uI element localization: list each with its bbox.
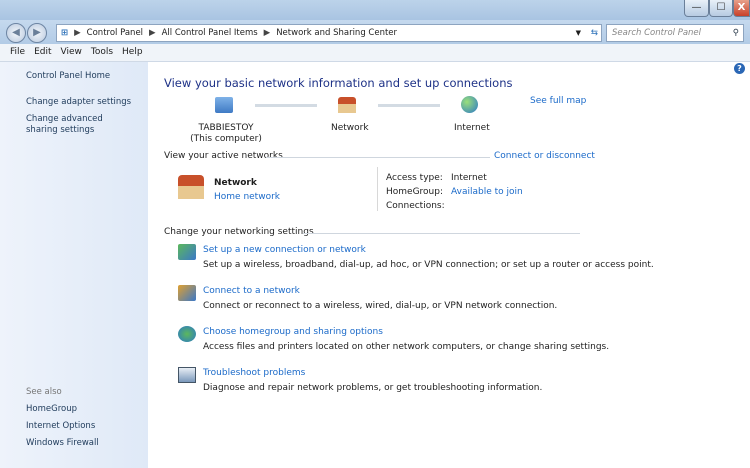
main-content: ? View your basic network information an… — [148, 62, 750, 468]
homegroup-icon — [178, 326, 196, 342]
task-setup-connection-link[interactable]: Set up a new connection or network — [203, 245, 366, 255]
active-networks-label: View your active networks — [164, 151, 283, 161]
chevron-right-icon: ▶ — [149, 28, 156, 38]
homegroup-link[interactable]: Available to join — [451, 185, 523, 199]
this-computer-label: TABBIESTOY (This computer) — [190, 123, 262, 144]
menu-view[interactable]: View — [61, 47, 82, 58]
home-network-icon — [178, 175, 204, 199]
chevron-right-icon: ▶ — [263, 28, 271, 38]
forward-button[interactable]: ▶ — [27, 23, 47, 43]
network-properties-labels: Access type: HomeGroup: Connections: — [386, 173, 445, 211]
access-type-value: Internet — [451, 173, 487, 183]
network-name: Network — [214, 178, 257, 188]
refresh-icon[interactable]: ⇆ — [591, 28, 598, 38]
menu-edit[interactable]: Edit — [34, 47, 51, 58]
task-description: Diagnose and repair network problems, or… — [203, 383, 543, 393]
troubleshoot-icon — [178, 367, 196, 383]
see-also-label: See also — [26, 387, 62, 397]
map-internet-label[interactable]: Internet — [454, 123, 490, 133]
menu-bar: File Edit View Tools Help — [0, 44, 750, 62]
task-description: Access files and printers located on oth… — [203, 342, 610, 352]
see-full-map-link[interactable]: See full map — [530, 96, 586, 106]
home-network-link[interactable]: Home network — [214, 192, 280, 202]
menu-file[interactable]: File — [10, 47, 25, 58]
see-also-windows-firewall[interactable]: Windows Firewall — [26, 438, 99, 449]
change-settings-label: Change your networking settings — [164, 227, 314, 237]
task-connect-network-link[interactable]: Connect to a network — [203, 286, 300, 296]
globe-icon — [461, 96, 478, 113]
connect-disconnect-link[interactable]: Connect or disconnect — [494, 151, 595, 161]
breadcrumb-network-center[interactable]: Network and Sharing Center — [276, 28, 397, 38]
connect-network-icon — [178, 285, 196, 301]
computer-icon — [215, 97, 233, 113]
menu-help[interactable]: Help — [122, 47, 143, 58]
task-troubleshoot-link[interactable]: Troubleshoot problems — [203, 368, 305, 378]
see-also-internet-options[interactable]: Internet Options — [26, 421, 95, 432]
address-bar-row: ◀ ▶ ⊞ ▶ Control Panel ▶ All Control Pane… — [0, 20, 750, 44]
sidebar-advanced-sharing[interactable]: Change advanced sharing settings — [26, 114, 136, 136]
control-panel-icon: ⊞ — [61, 28, 69, 38]
chevron-right-icon: ▶ — [74, 28, 81, 38]
see-also-homegroup[interactable]: HomeGroup — [26, 404, 77, 415]
page-title: View your basic network information and … — [164, 76, 513, 90]
dropdown-icon[interactable]: ▼ — [576, 29, 581, 37]
sidebar: Control Panel Home Change adapter settin… — [0, 62, 148, 468]
close-button[interactable]: X — [733, 0, 750, 17]
new-connection-icon — [178, 244, 196, 260]
title-bar: — ☐ X — [0, 0, 750, 20]
address-bar[interactable]: ⊞ ▶ Control Panel ▶ All Control Panel It… — [56, 24, 602, 42]
maximize-button[interactable]: ☐ — [709, 0, 733, 17]
sidebar-change-adapter[interactable]: Change adapter settings — [26, 97, 131, 108]
help-icon[interactable]: ? — [734, 63, 745, 74]
minimize-button[interactable]: — — [684, 0, 709, 17]
map-network-label[interactable]: Network — [331, 123, 369, 133]
breadcrumb-all-items[interactable]: All Control Panel Items — [162, 28, 258, 38]
search-input[interactable]: Search Control Panel ⚲ — [606, 24, 744, 42]
task-homegroup-link[interactable]: Choose homegroup and sharing options — [203, 327, 383, 337]
task-description: Connect or reconnect to a wireless, wire… — [203, 301, 558, 311]
breadcrumb-control-panel[interactable]: Control Panel — [87, 28, 143, 38]
house-icon — [338, 97, 356, 113]
back-button[interactable]: ◀ — [6, 23, 26, 43]
task-description: Set up a wireless, broadband, dial-up, a… — [203, 260, 654, 270]
menu-tools[interactable]: Tools — [91, 47, 113, 58]
search-icon[interactable]: ⚲ — [733, 28, 739, 38]
sidebar-control-panel-home[interactable]: Control Panel Home — [26, 71, 110, 82]
